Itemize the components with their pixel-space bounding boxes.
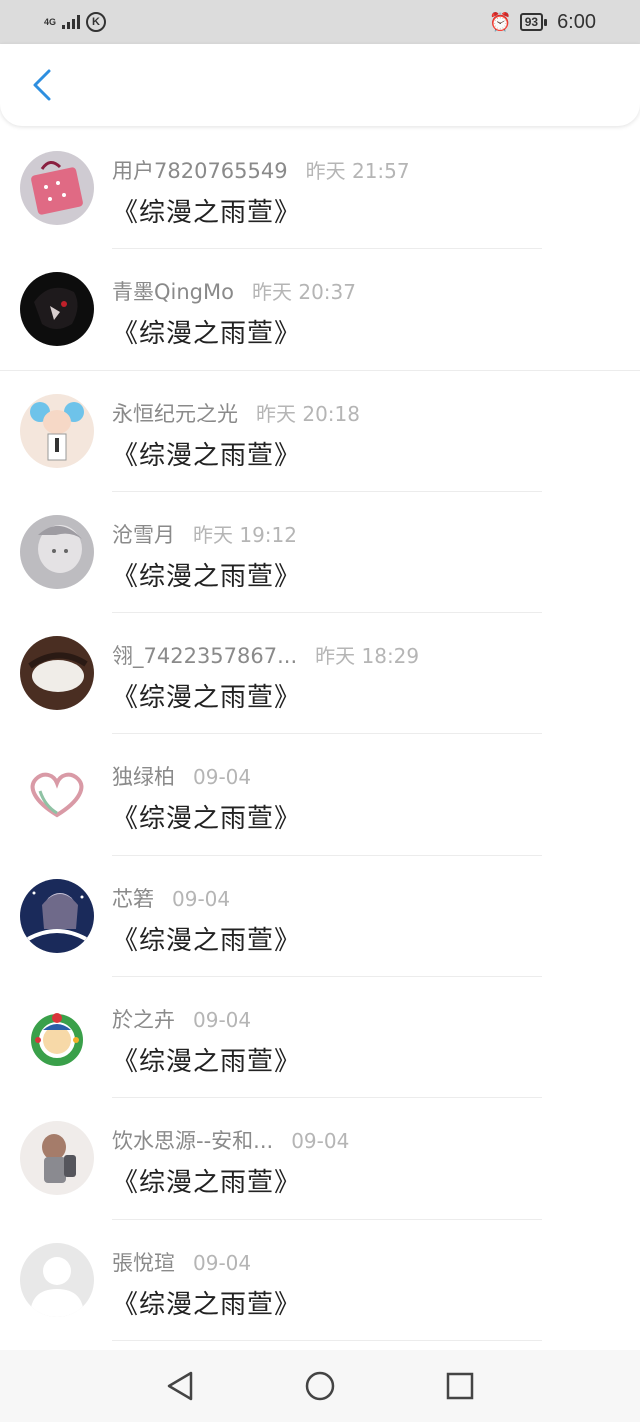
comment-text: 《综漫之雨萱》: [112, 1047, 302, 1078]
username[interactable]: 張悅瑄: [112, 1247, 175, 1277]
timestamp: 昨天 19:12: [193, 522, 297, 547]
comment-text: 《综漫之雨萱》: [112, 561, 302, 592]
list-item[interactable]: 青墨QingMo 昨天 20:37 《综漫之雨萱》: [0, 249, 640, 371]
avatar[interactable]: [20, 757, 94, 832]
comment-meta: 饮水思源--安和... 09-04: [112, 1125, 349, 1155]
avatar[interactable]: [20, 151, 94, 225]
avatar[interactable]: [20, 393, 94, 468]
timestamp: 09-04: [193, 1008, 252, 1033]
avatar[interactable]: [20, 1242, 94, 1317]
signal-icon: [62, 15, 81, 29]
timestamp: 09-04: [172, 886, 231, 911]
system-nav-bar: [0, 1350, 640, 1422]
comment-text: 《综漫之雨萱》: [112, 319, 302, 350]
circle-home-icon: [305, 1371, 335, 1401]
comment-meta: 於之卉 09-04: [112, 1004, 251, 1034]
comment-meta: 用户7820765549 昨天 21:57: [112, 155, 410, 185]
list-item[interactable]: 芯箬 09-04 《综漫之雨萱》: [0, 856, 640, 978]
header-bar: [0, 44, 640, 126]
status-left: 4G K: [44, 12, 107, 32]
network-type: 4G: [44, 16, 57, 27]
comment-meta: 沧雪月 昨天 19:12: [112, 519, 297, 549]
comment-meta: 張悅瑄 09-04: [112, 1247, 251, 1277]
list-item[interactable]: 張悅瑄 09-04 《综漫之雨萱》: [0, 1220, 640, 1341]
alarm-icon: ⏰: [489, 11, 512, 32]
list-item[interactable]: 独绿柏 09-04 《综漫之雨萱》: [0, 734, 640, 856]
timestamp: 09-04: [193, 1250, 252, 1275]
list-item[interactable]: 用户7820765549 昨天 21:57 《综漫之雨萱》: [0, 128, 640, 250]
username[interactable]: 翎_7422357867...: [112, 640, 297, 670]
timestamp: 昨天 20:37: [251, 280, 356, 305]
comment-text: 《综漫之雨萱》: [112, 804, 302, 835]
comment-text: 《综漫之雨萱》: [112, 440, 302, 471]
status-time: 6:00: [557, 10, 596, 33]
nav-back-button[interactable]: [160, 1366, 200, 1406]
comment-meta: 独绿柏 09-04: [112, 761, 251, 791]
k-icon: K: [86, 12, 107, 32]
chevron-left-icon: [33, 69, 51, 101]
avatar[interactable]: [20, 636, 94, 711]
comment-text: 《综漫之雨萱》: [112, 925, 302, 956]
timestamp: 昨天 18:29: [315, 644, 420, 669]
username[interactable]: 用户7820765549: [112, 155, 288, 185]
comment-meta: 翎_7422357867... 昨天 18:29: [112, 640, 419, 670]
comment-list: 用户7820765549 昨天 21:57 《综漫之雨萱》 青墨QingMo 昨…: [0, 128, 640, 1341]
list-item[interactable]: 於之卉 09-04 《综漫之雨萱》: [0, 977, 640, 1099]
list-item[interactable]: 翎_7422357867... 昨天 18:29 《综漫之雨萱》: [0, 613, 640, 735]
comment-meta: 青墨QingMo 昨天 20:37: [112, 276, 356, 306]
comment-text: 《综漫之雨萱》: [112, 1168, 302, 1199]
username[interactable]: 沧雪月: [112, 519, 175, 549]
square-recent-icon: [446, 1372, 474, 1400]
username[interactable]: 於之卉: [112, 1004, 175, 1034]
timestamp: 09-04: [291, 1129, 350, 1154]
list-item[interactable]: 饮水思源--安和... 09-04 《综漫之雨萱》: [0, 1098, 640, 1220]
list-item[interactable]: 沧雪月 昨天 19:12 《综漫之雨萱》: [0, 492, 640, 614]
timestamp: 09-04: [193, 765, 252, 790]
list-item[interactable]: 永恒纪元之光 昨天 20:18 《综漫之雨萱》: [0, 371, 640, 492]
avatar[interactable]: [20, 514, 94, 589]
username[interactable]: 永恒纪元之光: [112, 398, 238, 428]
comment-text: 《综漫之雨萱》: [112, 1289, 302, 1320]
comment-text: 《综漫之雨萱》: [112, 198, 302, 228]
triangle-back-icon: [167, 1371, 193, 1401]
timestamp: 昨天 20:18: [256, 401, 360, 426]
back-button[interactable]: [12, 55, 72, 115]
comment-meta: 永恒纪元之光 昨天 20:18: [112, 398, 360, 428]
comment-text: 《综漫之雨萱》: [112, 683, 302, 714]
nav-home-button[interactable]: [300, 1366, 340, 1406]
avatar[interactable]: [20, 1121, 94, 1196]
timestamp: 昨天 21:57: [305, 159, 410, 183]
battery-icon: 93: [519, 13, 548, 31]
username[interactable]: 青墨QingMo: [112, 276, 234, 306]
nav-recent-button[interactable]: [440, 1366, 480, 1406]
username[interactable]: 饮水思源--安和...: [112, 1125, 273, 1155]
avatar[interactable]: [20, 878, 94, 953]
username[interactable]: 芯箬: [112, 883, 154, 913]
comment-meta: 芯箬 09-04: [112, 883, 230, 913]
avatar[interactable]: [20, 272, 94, 347]
avatar[interactable]: [20, 1000, 94, 1075]
username[interactable]: 独绿柏: [112, 761, 175, 791]
status-bar: 4G K ⏰ 93 6:00: [0, 0, 640, 44]
status-right: ⏰ 93 6:00: [489, 11, 596, 34]
divider: [112, 1339, 542, 1341]
